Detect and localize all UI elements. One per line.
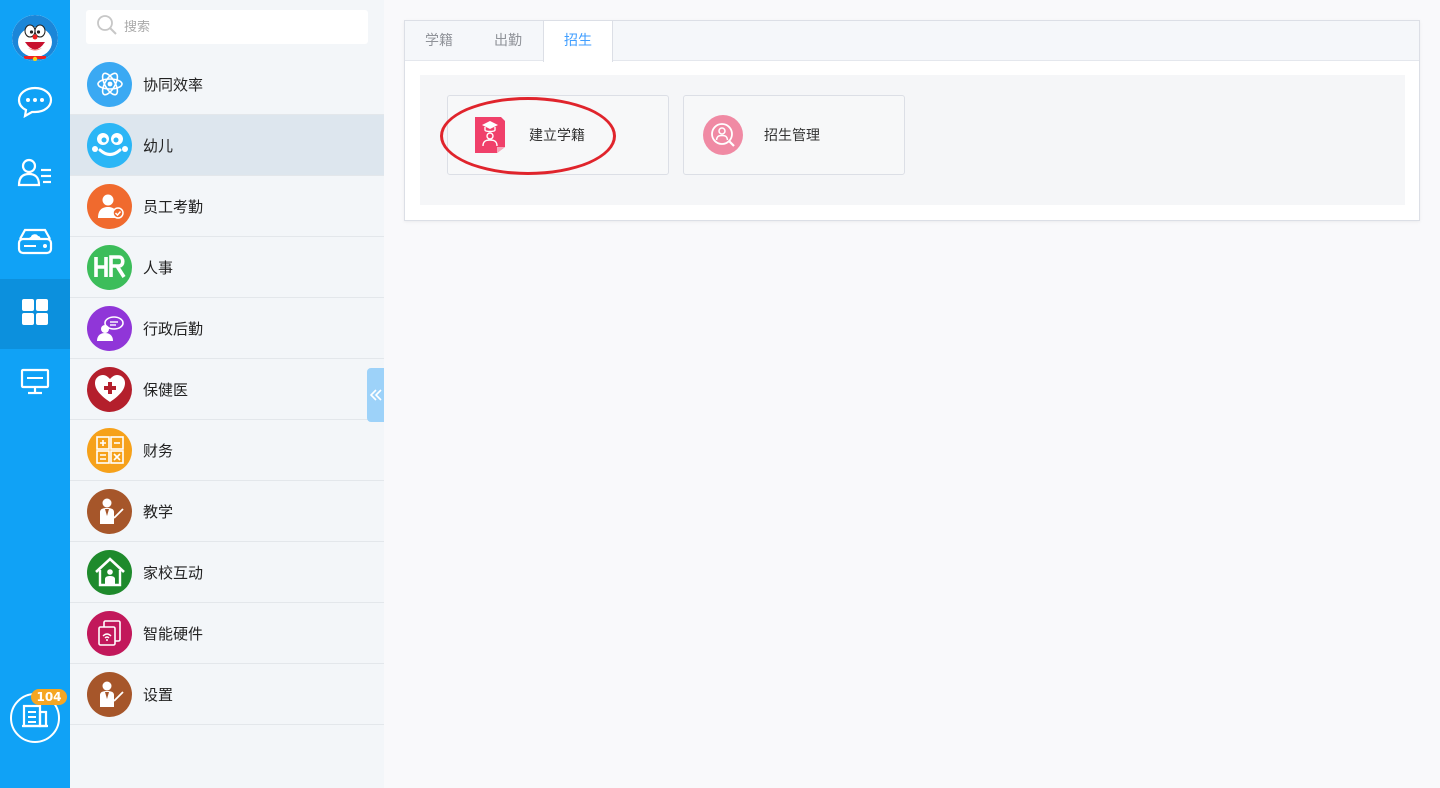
calculator-icon	[87, 427, 132, 473]
home-school-icon	[87, 549, 132, 595]
sidebar-item-label: 财务	[143, 441, 174, 460]
tab-enrollment[interactable]: 招生	[543, 21, 613, 62]
sidebar-item-label: 协同效率	[143, 75, 204, 94]
sidebar-item-home-school[interactable]: 家校互动	[70, 542, 384, 603]
cloud-drive-icon	[16, 227, 54, 261]
sidebar-item-label: 行政后勤	[143, 319, 204, 338]
chat-icon	[17, 86, 53, 122]
sidebar-item-label: 人事	[143, 258, 174, 277]
collapse-sidebar-button[interactable]	[367, 368, 384, 422]
sidebar-item-label: 员工考勤	[143, 197, 204, 216]
sidebar-item-hr[interactable]: 人事	[70, 237, 384, 298]
sidebar-item-finance[interactable]: 财务	[70, 420, 384, 481]
left-rail: 104	[0, 0, 70, 788]
enrollment-management-card[interactable]: 招生管理	[683, 95, 905, 175]
tab-student-records[interactable]: 学籍	[405, 21, 474, 61]
tab-bar: 学籍 出勤 招生	[405, 21, 1419, 62]
rail-cloud-drive-button[interactable]	[0, 209, 70, 279]
contacts-icon	[17, 156, 53, 192]
search-box[interactable]	[86, 10, 368, 44]
sidebar-item-admin-logistics[interactable]: 行政后勤	[70, 298, 384, 359]
sidebar-item-smart-hardware[interactable]: 智能硬件	[70, 603, 384, 664]
employee-attendance-icon	[87, 183, 132, 229]
double-chevron-left-icon	[369, 386, 382, 405]
tab-content: 建立学籍 招生管理	[420, 75, 1405, 205]
sidebar-item-teaching[interactable]: 教学	[70, 481, 384, 542]
card-label: 建立学籍	[529, 128, 585, 144]
rail-apps-button[interactable]	[0, 279, 70, 349]
building-icon	[21, 703, 49, 733]
module-panel: 学籍 出勤 招生 建立学籍 招生管理	[404, 20, 1420, 221]
rail-monitor-button[interactable]	[0, 349, 70, 419]
search-icon	[96, 14, 118, 40]
atom-icon	[87, 61, 132, 107]
enrollment-search-icon	[703, 115, 743, 155]
sidebar-item-label: 保健医	[143, 380, 189, 399]
notice-count-badge: 104	[31, 689, 67, 705]
search-input[interactable]	[124, 19, 354, 35]
sidebar-item-label: 教学	[143, 502, 174, 521]
teacher-icon	[87, 488, 132, 534]
child-face-icon	[87, 122, 132, 168]
sidebar-item-label: 幼儿	[143, 136, 174, 155]
apps-grid-icon	[21, 298, 49, 330]
tab-attendance[interactable]: 出勤	[474, 21, 543, 61]
smart-device-icon	[87, 610, 132, 656]
admin-logistics-icon	[87, 305, 132, 351]
sidebar-item-label: 家校互动	[143, 563, 204, 582]
sidebar-item-staff-attendance[interactable]: 员工考勤	[70, 176, 384, 237]
sidebar: 协同效率 幼儿 员工考勤 人事 行政后勤	[70, 0, 384, 788]
student-record-icon	[473, 115, 507, 155]
rail-contacts-button[interactable]	[0, 139, 70, 209]
sidebar-item-settings[interactable]: 设置	[70, 664, 384, 725]
monitor-icon	[20, 368, 50, 400]
sidebar-item-children[interactable]: 幼儿	[70, 115, 384, 176]
card-label: 招生管理	[764, 128, 820, 144]
settings-teacher-icon	[87, 671, 132, 717]
sidebar-item-label: 智能硬件	[143, 624, 204, 643]
create-student-record-card[interactable]: 建立学籍	[447, 95, 669, 175]
sidebar-item-label: 设置	[143, 685, 174, 704]
sidebar-item-collaboration[interactable]: 协同效率	[70, 54, 384, 115]
sidebar-menu: 协同效率 幼儿 员工考勤 人事 行政后勤 保健医 财务 教学 家校互动 智能硬件…	[70, 54, 384, 725]
sidebar-item-health[interactable]: 保健医	[70, 359, 384, 420]
hr-icon	[87, 244, 132, 290]
user-avatar[interactable]	[12, 15, 58, 61]
rail-chat-button[interactable]	[0, 69, 70, 139]
health-heart-icon	[87, 366, 132, 412]
